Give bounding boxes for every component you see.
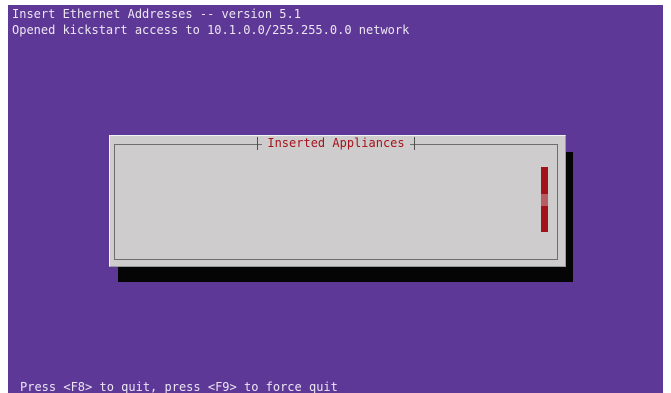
status-message: Opened kickstart access to 10.1.0.0/255.…	[12, 23, 410, 37]
title-left-bracket	[257, 136, 259, 150]
header-title: Insert Ethernet Addresses -- version 5.1	[12, 7, 301, 21]
appliance-list[interactable]: Inserted Appliances	[114, 136, 558, 260]
title-right-bracket	[413, 136, 415, 150]
inserted-appliances-dialog: Inserted Appliances	[109, 135, 566, 267]
dialog-title: Inserted Appliances	[262, 136, 410, 150]
dialog-title-bar: Inserted Appliances	[115, 136, 557, 150]
scrollbar-thumb[interactable]	[541, 194, 548, 206]
list-scrollbar[interactable]	[541, 167, 548, 232]
key-help-footer: Press <F8> to quit, press <F9> to force …	[20, 380, 338, 393]
terminal-screen: Insert Ethernet Addresses -- version 5.1…	[8, 5, 663, 393]
